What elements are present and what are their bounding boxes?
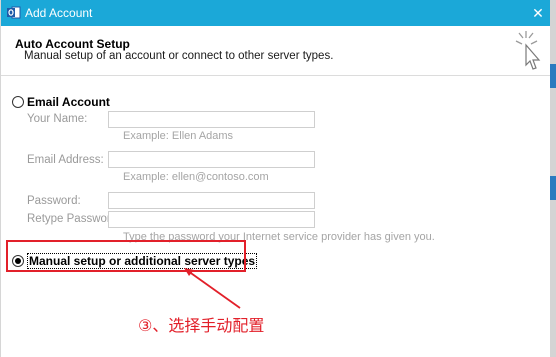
email-address-label: Email Address: [27,154,104,166]
outlook-icon [7,6,21,19]
header-title: Auto Account Setup [15,37,130,51]
header-subtitle: Manual setup of an account or connect to… [24,50,334,62]
title-bar: Add Account ✕ [1,0,551,26]
your-name-hint: Example: Ellen Adams [123,130,234,142]
add-account-window: Add Account ✕ Auto Account Setup Manual … [0,0,551,357]
pointer-cursor-icon [515,31,541,70]
password-label: Password: [27,195,81,207]
email-account-option[interactable]: Email Account [12,95,110,109]
email-address-input[interactable] [108,151,315,168]
background-window-edge [550,0,556,357]
retype-password-label: Retype Password: [27,213,121,225]
your-name-input[interactable] [108,111,315,128]
window-title: Add Account [25,6,93,20]
background-accent [550,64,556,88]
email-address-hint: Example: ellen@contoso.com [123,171,269,183]
your-name-label: Your Name: [27,113,88,125]
retype-password-input[interactable] [108,211,315,228]
close-icon[interactable]: ✕ [525,0,551,26]
dialog-body: Email Account Your Name: Example: Ellen … [1,76,551,357]
dialog-header: Auto Account Setup Manual setup of an ac… [1,26,551,76]
password-input[interactable] [108,192,315,209]
background-accent [550,176,556,200]
email-account-label: Email Account [27,95,110,109]
highlight-box [6,240,246,272]
annotation-text: ③、选择手动配置 [138,316,265,335]
email-account-radio[interactable] [12,96,24,108]
